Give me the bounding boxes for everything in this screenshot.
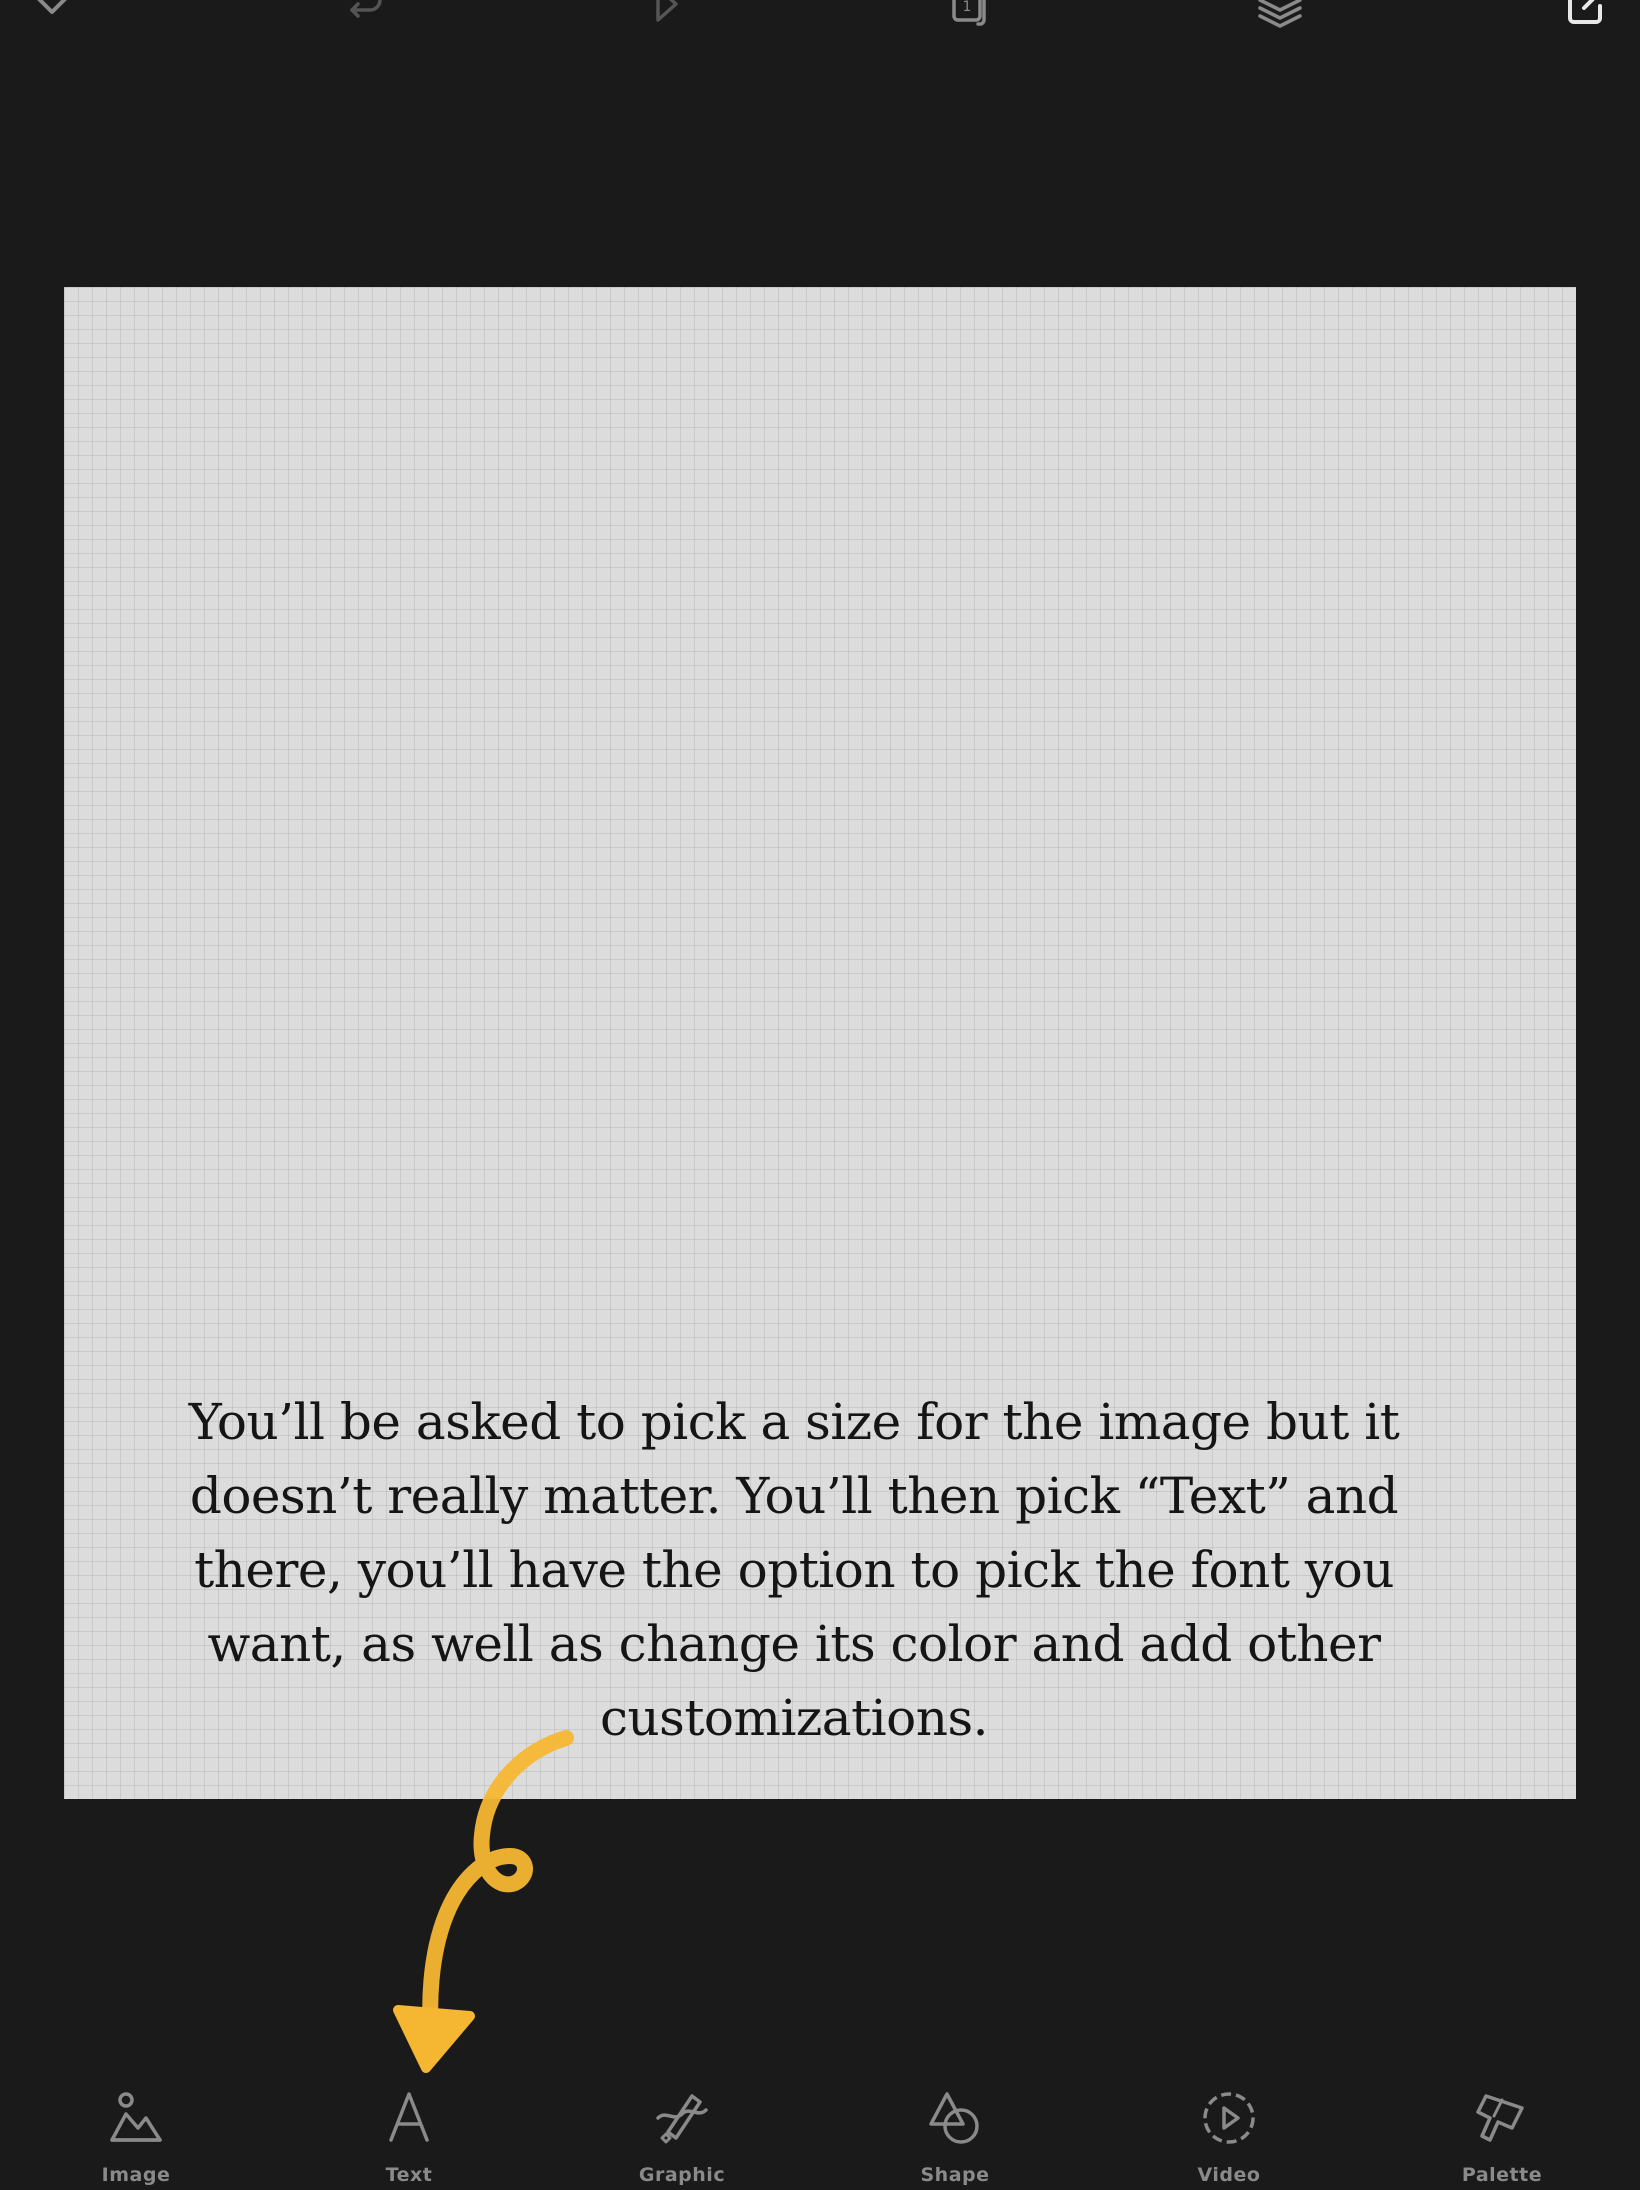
tool-video-label: Video [1197, 2164, 1261, 2186]
editor-app: 1 You’ll be asked to pick a size for the… [0, 0, 1640, 2190]
play-button[interactable] [636, 0, 696, 34]
graphic-icon [656, 2094, 708, 2144]
design-canvas[interactable]: You’ll be asked to pick a size for the i… [64, 287, 1576, 1799]
canvas-text-block[interactable]: You’ll be asked to pick a size for the i… [174, 1385, 1414, 1755]
collapse-button[interactable] [22, 0, 82, 34]
bottom-toolbar: Image Text Graphic Shape Video Palette [0, 2060, 1640, 2190]
tool-image[interactable]: Image [46, 2060, 226, 2190]
play-icon [656, 0, 678, 22]
tool-palette-label: Palette [1461, 2164, 1543, 2186]
layers-button[interactable] [1250, 0, 1310, 34]
export-icon [1568, 0, 1606, 24]
pages-icon: 1 [952, 0, 986, 26]
video-icon [1203, 2092, 1255, 2144]
export-button[interactable] [1558, 0, 1618, 34]
image-icon [110, 2092, 162, 2142]
tool-shape[interactable]: Shape [865, 2060, 1045, 2190]
tool-graphic-label: Graphic [638, 2164, 726, 2186]
tool-shape-label: Shape [920, 2164, 990, 2186]
page-count: 1 [963, 0, 972, 15]
tool-graphic[interactable]: Graphic [592, 2060, 772, 2190]
tool-image-label: Image [101, 2164, 171, 2186]
tool-text-label: Text [385, 2164, 433, 2186]
tool-palette[interactable]: Palette [1412, 2060, 1592, 2190]
chevron-down-icon [37, 0, 67, 14]
undo-button[interactable] [334, 0, 394, 34]
pages-button[interactable]: 1 [940, 0, 1000, 34]
shape-icon [929, 2092, 979, 2144]
top-toolbar: 1 [0, 0, 1640, 60]
layers-icon [1258, 0, 1302, 28]
tool-video[interactable]: Video [1139, 2060, 1319, 2190]
tool-text[interactable]: Text [319, 2060, 499, 2190]
undo-icon [350, 0, 382, 18]
palette-icon [1476, 2094, 1524, 2142]
text-icon [389, 2092, 429, 2142]
